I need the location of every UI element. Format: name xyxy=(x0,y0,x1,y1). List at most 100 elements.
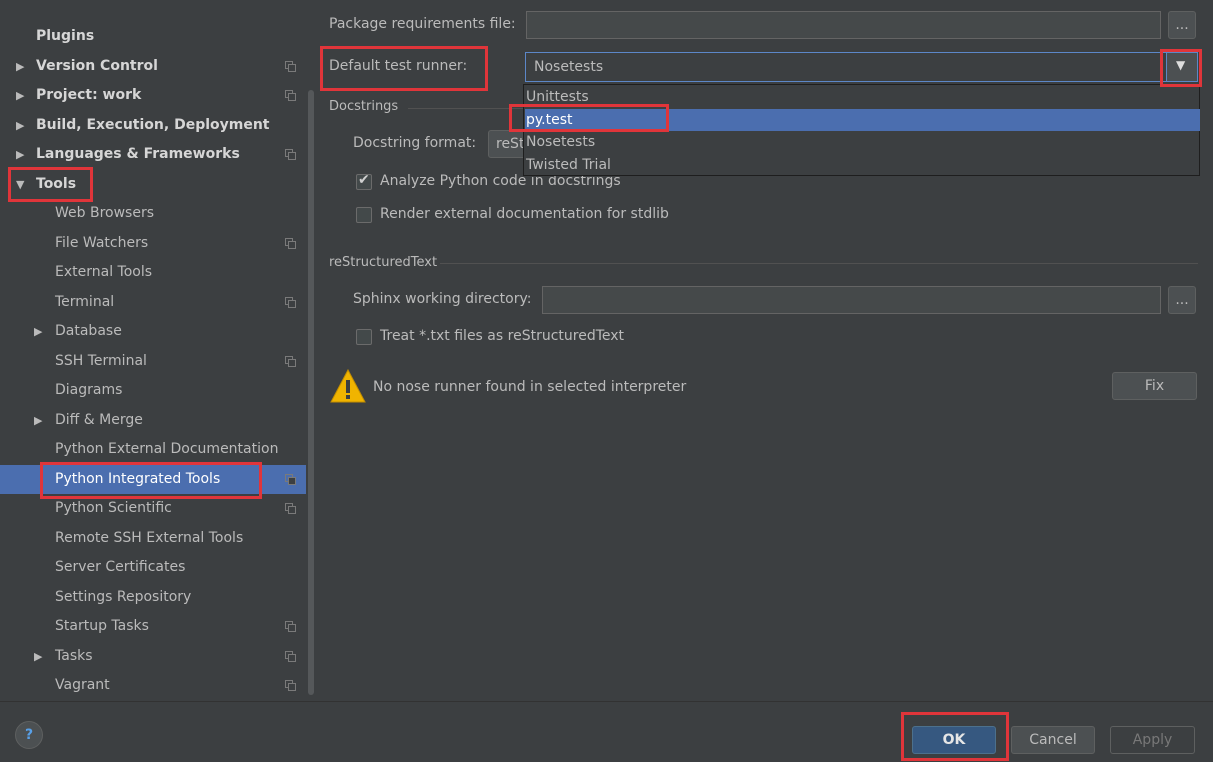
sidebar-item-label: Terminal xyxy=(55,293,115,310)
sidebar-item-label: Remote SSH External Tools xyxy=(55,529,244,546)
default-test-runner-label: Default test runner: xyxy=(329,58,468,74)
sidebar-item-label: Diff & Merge xyxy=(55,411,143,428)
sidebar-item-label: Build, Execution, Deployment xyxy=(36,116,270,133)
sidebar-item-database[interactable]: ▶ Database xyxy=(0,317,306,346)
chevron-right-icon[interactable]: ▶ xyxy=(16,111,28,140)
dialog-button-bar: ? OK Cancel Apply xyxy=(0,701,1213,762)
sphinx-working-directory-label: Sphinx working directory: xyxy=(353,291,532,307)
sidebar-item-remote-ssh-external-tools[interactable]: Remote SSH External Tools xyxy=(0,524,306,553)
analyze-docstrings-checkbox[interactable]: ✔ xyxy=(356,172,372,190)
sidebar-item-tools[interactable]: ▼ Tools xyxy=(0,170,306,199)
chevron-right-icon[interactable]: ▶ xyxy=(34,317,46,346)
sidebar-item-label: Python Integrated Tools xyxy=(55,470,221,487)
project-level-icon xyxy=(285,503,296,514)
default-test-runner-combobox[interactable]: Nosetests ▼ xyxy=(525,52,1198,82)
ok-button[interactable]: OK xyxy=(912,726,996,754)
sidebar-item-build-execution-deployment[interactable]: ▶ Build, Execution, Deployment xyxy=(0,111,306,140)
project-level-icon xyxy=(285,621,296,632)
treat-txt-checkbox[interactable] xyxy=(356,329,372,345)
help-button[interactable]: ? xyxy=(15,721,43,749)
sidebar-item-label: SSH Terminal xyxy=(55,352,147,369)
sidebar-item-label: Version Control xyxy=(36,57,158,74)
sidebar-item-label: Python Scientific xyxy=(55,500,172,516)
sidebar-item-label: External Tools xyxy=(55,264,153,280)
sidebar-item-languages-frameworks[interactable]: ▶ Languages & Frameworks xyxy=(0,140,306,169)
sidebar-item-label: File Watchers xyxy=(55,234,149,251)
chevron-right-icon[interactable]: ▶ xyxy=(16,81,28,110)
project-level-icon xyxy=(285,296,296,308)
sidebar-item-server-certificates[interactable]: Server Certificates xyxy=(0,553,306,582)
treat-txt-label: Treat *.txt files as reStructuredText xyxy=(380,328,625,344)
sidebar-item-terminal[interactable]: Terminal xyxy=(0,288,306,317)
project-level-icon xyxy=(285,90,296,101)
sidebar-item-ssh-terminal[interactable]: SSH Terminal xyxy=(0,347,306,376)
project-level-icon xyxy=(285,473,296,485)
project-level-icon xyxy=(285,680,296,691)
apply-button[interactable]: Apply xyxy=(1110,726,1195,754)
sidebar-item-plugins[interactable]: Plugins xyxy=(0,22,306,51)
test-runner-option-twisted-trial[interactable]: Twisted Trial xyxy=(525,154,1200,176)
sidebar-item-label: Project: work xyxy=(36,87,142,103)
project-level-icon xyxy=(285,149,296,160)
cancel-button[interactable]: Cancel xyxy=(1011,726,1095,754)
chevron-right-icon[interactable]: ▶ xyxy=(34,642,46,671)
package-requirements-input[interactable] xyxy=(526,11,1161,39)
sidebar-item-label: Web Browsers xyxy=(55,205,154,221)
render-external-docs-label: Render external documentation for stdlib xyxy=(380,206,669,222)
docstring-format-label: Docstring format: xyxy=(353,135,477,151)
sidebar-item-label: Plugins xyxy=(36,28,95,44)
sidebar-item-python-integrated-tools[interactable]: Python Integrated Tools xyxy=(0,464,316,494)
default-test-runner-dropdown-button[interactable]: ▼ xyxy=(1166,53,1197,81)
sphinx-browse-button[interactable]: ... xyxy=(1168,286,1196,314)
test-runner-option-py-test[interactable]: py.test xyxy=(525,108,1200,131)
sidebar-item-label: Vagrant xyxy=(55,677,110,693)
test-runner-option-nosetests[interactable]: Nosetests xyxy=(525,131,1200,153)
sidebar-item-startup-tasks[interactable]: Startup Tasks xyxy=(0,612,306,641)
restructuredtext-group-title: reStructuredText xyxy=(329,255,438,270)
sidebar-item-label: Diagrams xyxy=(55,382,123,398)
sidebar-item-diff-merge[interactable]: ▶ Diff & Merge xyxy=(0,406,306,435)
project-level-icon xyxy=(285,237,296,249)
project-level-icon xyxy=(285,355,296,367)
sidebar-scrollbar-thumb[interactable] xyxy=(308,90,314,695)
package-requirements-browse-button[interactable]: ... xyxy=(1168,11,1196,39)
sidebar-item-web-browsers[interactable]: Web Browsers xyxy=(0,199,306,228)
sidebar-item-label: Python External Documentation xyxy=(55,441,279,457)
python-integrated-tools-panel: Package requirements file: ... Default t… xyxy=(316,0,1213,701)
checkmark-icon: ✔ xyxy=(358,172,370,188)
sidebar-item-label: Languages & Frameworks xyxy=(36,146,240,162)
sidebar-item-diagrams[interactable]: Diagrams xyxy=(0,376,306,405)
sidebar-item-label: Database xyxy=(55,323,122,339)
sidebar-item-label: Settings Repository xyxy=(55,588,192,605)
question-icon: ? xyxy=(24,727,34,743)
sidebar-item-label: Server Certificates xyxy=(55,559,186,575)
sidebar-item-label: Startup Tasks xyxy=(55,618,149,634)
sidebar-item-project-work[interactable]: ▶ Project: work xyxy=(0,81,306,110)
project-level-icon xyxy=(285,650,296,662)
sidebar-item-settings-repository[interactable]: Settings Repository xyxy=(0,583,306,612)
sidebar-item-tasks[interactable]: ▶ Tasks xyxy=(0,642,306,671)
sidebar-item-file-watchers[interactable]: File Watchers xyxy=(0,229,306,258)
sidebar-item-label: Tasks xyxy=(55,647,93,664)
sidebar-item-version-control[interactable]: ▶ Version Control xyxy=(0,52,306,81)
chevron-right-icon[interactable]: ▶ xyxy=(34,406,46,435)
sidebar-item-vagrant[interactable]: Vagrant xyxy=(0,671,306,700)
warning-icon xyxy=(330,368,366,404)
chevron-right-icon[interactable]: ▶ xyxy=(16,52,28,81)
sidebar-item-python-scientific[interactable]: Python Scientific xyxy=(0,494,306,523)
render-external-docs-checkbox[interactable] xyxy=(356,207,372,223)
default-test-runner-value: Nosetests xyxy=(534,59,604,75)
sidebar-scrollbar[interactable] xyxy=(306,0,316,701)
sidebar-item-python-external-documentation[interactable]: Python External Documentation xyxy=(0,435,306,464)
test-runner-dropdown-list: Unittests py.test Nosetests Twisted Trial xyxy=(523,84,1200,176)
fix-button[interactable]: Fix xyxy=(1112,372,1197,400)
chevron-down-icon[interactable]: ▼ xyxy=(16,170,28,199)
sphinx-working-directory-input[interactable] xyxy=(542,286,1161,314)
warning-message: No nose runner found in selected interpr… xyxy=(373,379,687,395)
chevron-right-icon[interactable]: ▶ xyxy=(16,140,28,169)
chevron-down-icon: ▼ xyxy=(1176,58,1186,72)
docstrings-group-title: Docstrings xyxy=(329,99,399,114)
package-requirements-label: Package requirements file: xyxy=(329,16,516,32)
sidebar-item-external-tools[interactable]: External Tools xyxy=(0,258,306,287)
test-runner-option-unittests[interactable]: Unittests xyxy=(525,86,1200,108)
